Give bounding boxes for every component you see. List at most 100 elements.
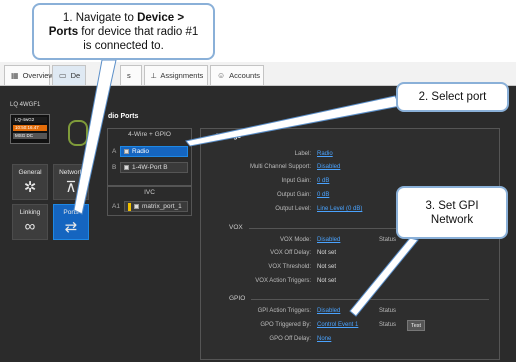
ports-arrows-icon: ⇄ — [64, 219, 78, 236]
vox-thr-label: VOX Threshold: — [268, 264, 311, 270]
checkbox-icon — [124, 149, 129, 154]
gpo-off-label: GPO Off Delay: — [269, 336, 311, 342]
tab-device-label: De — [70, 71, 81, 80]
callout-1-line2: Ports for device that radio #1 — [34, 25, 213, 39]
ivc-row[interactable]: A1 matrix_port_1 — [112, 201, 188, 212]
gpo-value[interactable]: Control Event 1 — [317, 322, 358, 328]
input-gain-value[interactable]: 0 dB — [317, 178, 329, 184]
vox-status: Status — [379, 237, 397, 243]
ivc-index: A1 — [112, 203, 120, 210]
wire-gpio-title: 4-Wire + GPIO — [128, 131, 171, 138]
network-icon: ⊼ — [65, 179, 77, 196]
checkbox-icon — [124, 165, 129, 170]
output-gain-value[interactable]: 0 dB — [317, 192, 329, 198]
ivc-port[interactable]: matrix_port_1 — [124, 201, 188, 212]
input-gain-label: Input Gain: — [281, 178, 311, 184]
nav-general[interactable]: General ✲ — [12, 164, 48, 200]
nav-network[interactable]: Network ⊼ — [53, 164, 89, 200]
vox-mode-label: VOX Mode: — [279, 237, 311, 243]
ports-header: dio Ports — [108, 113, 139, 120]
tab-assignments-label: Assignments — [160, 71, 204, 80]
tab-accounts[interactable]: ☺ Accounts — [210, 65, 264, 85]
settings-title: Settings — [215, 133, 241, 140]
gpo-label: GPO Triggered By: — [260, 322, 311, 328]
output-gain-label: Output Gain: — [276, 192, 311, 198]
status-name: LQ-4wG2 — [13, 117, 47, 123]
port-index: A — [112, 148, 117, 155]
row-vox-thr: VOX Threshold: Not set — [201, 264, 501, 274]
link-icon: ∞ — [24, 218, 36, 235]
port-radio-selected[interactable]: Radio — [120, 146, 188, 157]
multi-value[interactable]: Disabled — [317, 164, 340, 170]
gpio-section-title: GPIO — [229, 295, 246, 302]
port-index: B — [112, 164, 117, 171]
ivc-group: IVC A1 matrix_port_1 — [107, 186, 192, 216]
row-multi: Multi Channel Support: Disabled — [201, 164, 501, 174]
tab-device[interactable]: ▭ De — [52, 65, 86, 85]
device-card: LQ 4WGF1 LQ-4wG2 10:50:16.47 MSG DC — [10, 100, 100, 146]
vox-off-value: Not set — [317, 250, 337, 256]
callout-1-line1: 1. Navigate to Device > — [34, 11, 213, 25]
row-vox-off: VOX Off Delay: Not set — [201, 250, 501, 260]
port-label: Radio — [132, 148, 149, 155]
gpi-label: GPI Action Triggers: — [257, 308, 311, 314]
status-bar-icon — [128, 202, 131, 211]
tab-assignments[interactable]: ⟂ Assignments — [144, 65, 208, 85]
device-name: LQ 4WGF1 — [10, 102, 41, 108]
gpi-value[interactable]: Disabled — [317, 308, 340, 314]
port-row-a[interactable]: A Radio — [112, 146, 188, 157]
gear-icon: ✲ — [23, 179, 37, 196]
port-settings-panel: ⌄ Settings Label: Radio Multi Channel Su… — [200, 128, 500, 360]
device-icon — [68, 120, 88, 146]
multi-label: Multi Channel Support: — [249, 164, 311, 170]
status-extra: MSG DC — [13, 133, 47, 139]
tab-partial[interactable]: s — [120, 65, 142, 85]
vox-act-label: VOX Action Triggers: — [255, 278, 311, 284]
nav-ports[interactable]: Ports ⇄ — [53, 204, 89, 240]
nav-network-label: Network — [59, 169, 83, 176]
callout-1-bold: Device > — [137, 11, 185, 24]
vox-act-value: Not set — [317, 278, 337, 284]
tab-accounts-label: Accounts — [229, 71, 261, 80]
checkbox-icon — [134, 204, 139, 209]
port-label: 1-4W-Port B — [132, 164, 168, 171]
nav-ports-label: Ports — [63, 209, 79, 216]
nav-linking[interactable]: Linking ∞ — [12, 204, 48, 240]
port-row-b[interactable]: B 1-4W-Port B — [112, 162, 188, 173]
callout-1-prefix: 1. Navigate to — [62, 11, 138, 24]
row-gpo-off: GPO Off Delay: None — [201, 336, 501, 346]
nav-linking-label: Linking — [19, 209, 41, 216]
callout-3-line2: Network — [430, 213, 474, 226]
assign-icon: ⟂ — [151, 70, 157, 80]
callout-step-1: 1. Navigate to Device > Ports for device… — [32, 3, 215, 60]
callout-step-3: 3. Set GPI Network — [396, 186, 508, 239]
ivc-title: IVC — [144, 189, 155, 196]
callout-1-line3: is connected to. — [83, 39, 164, 52]
row-label: Label: Radio — [201, 151, 501, 161]
label-value[interactable]: Radio — [317, 151, 333, 157]
test-button[interactable]: Test — [407, 320, 425, 331]
vox-mode-value[interactable]: Disabled — [317, 237, 340, 243]
callout-1-bold2: Ports — [48, 25, 79, 38]
wire-gpio-group: 4-Wire + GPIO A Radio B 1-4W-Port B — [107, 128, 192, 186]
vox-section-title: VOX — [229, 224, 243, 231]
status-time: 10:50:16.47 — [13, 125, 47, 131]
callout-1-rest: for device that radio #1 — [78, 25, 199, 38]
section-divider — [251, 299, 489, 300]
gpo-off-value[interactable]: None — [317, 336, 331, 342]
accounts-icon: ☺ — [217, 71, 226, 80]
settings-header: ⌄ Settings — [208, 132, 241, 140]
vox-thr-value: Not set — [317, 264, 337, 270]
label-label: Label: — [294, 151, 311, 157]
tab-overview-label: Overview — [22, 71, 54, 80]
vox-off-label: VOX Off Delay: — [270, 250, 311, 256]
output-level-value[interactable]: Line Level (0 dB) — [317, 206, 362, 212]
output-level-label: Output Level: — [275, 206, 311, 212]
ivc-label: matrix_port_1 — [142, 203, 182, 210]
callout-3-line1: 3. Set GPI — [425, 199, 479, 212]
nav-general-label: General — [18, 169, 42, 176]
port-b[interactable]: 1-4W-Port B — [120, 162, 188, 173]
tab-partial-label: s — [127, 71, 131, 80]
row-gpi: GPI Action Triggers: Disabled Status — [201, 308, 501, 318]
tab-overview[interactable]: ▦ Overview — [4, 65, 54, 85]
